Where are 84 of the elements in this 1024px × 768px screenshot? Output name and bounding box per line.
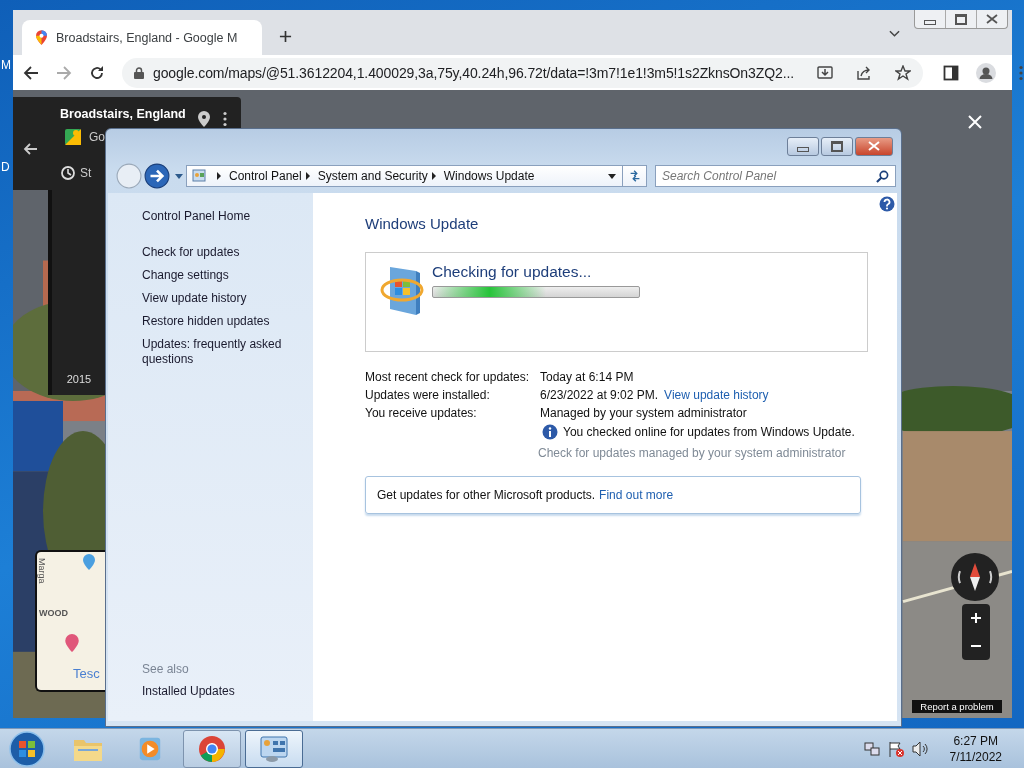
search-icon[interactable] xyxy=(876,170,889,183)
breadcrumb-item[interactable]: Windows Update xyxy=(443,169,535,183)
media-player-icon xyxy=(137,735,163,762)
help-icon[interactable] xyxy=(879,196,895,212)
close-button[interactable] xyxy=(855,136,893,156)
map-pin-icon xyxy=(36,30,47,45)
sidebar-link[interactable]: Change settings xyxy=(142,268,292,283)
info-icon xyxy=(542,424,558,440)
clock-date[interactable]: 7/11/2022 xyxy=(949,749,1002,764)
zoom-in-icon[interactable] xyxy=(970,612,982,624)
find-out-more-link[interactable]: Find out more xyxy=(599,488,674,502)
compass-icon[interactable] xyxy=(951,553,999,601)
map-label: Marga xyxy=(37,558,47,584)
breadcrumb-item[interactable]: System and Security xyxy=(317,169,428,183)
page-title: Windows Update xyxy=(365,215,480,232)
sidebar-link[interactable]: View update history xyxy=(142,291,292,306)
breadcrumb-arrow-icon[interactable] xyxy=(305,172,310,180)
place-name: Broadstairs, England xyxy=(60,107,186,121)
reload-icon[interactable] xyxy=(89,64,105,81)
clock-time[interactable]: 6:27 PM xyxy=(953,733,999,748)
maximize-button[interactable] xyxy=(821,136,853,156)
source-label: Go xyxy=(89,130,105,144)
dropdown-arrow-icon[interactable] xyxy=(608,173,616,179)
breadcrumb-arrow-icon[interactable] xyxy=(431,172,436,180)
taskbar-button[interactable] xyxy=(183,729,241,768)
network-icon[interactable] xyxy=(863,740,880,757)
map-label: Tesc xyxy=(73,666,100,681)
sidebar-link[interactable]: Restore hidden updates xyxy=(142,314,292,329)
breadcrumb-item[interactable]: Control Panel xyxy=(229,169,302,183)
detail-value: Managed by your system administrator xyxy=(540,406,747,420)
breadcrumb-arrow-icon[interactable] xyxy=(217,172,221,180)
flag-icon[interactable] xyxy=(887,740,904,757)
install-icon[interactable] xyxy=(817,64,834,81)
report-link[interactable]: Report a problem xyxy=(912,700,1002,713)
back-arrow-icon[interactable] xyxy=(23,64,39,81)
desktop-icon-label[interactable]: D xyxy=(1,160,10,174)
map-label: WOOD xyxy=(39,608,68,618)
street-view-logo-icon xyxy=(65,129,81,145)
sidebar-link[interactable]: Check for updates xyxy=(142,245,292,260)
history-link[interactable]: View update history xyxy=(664,388,769,402)
search-field[interactable]: Search Control Panel xyxy=(655,165,896,187)
tab-title: Broadstairs, England - Google M xyxy=(56,30,238,45)
taskbar-button[interactable] xyxy=(245,729,303,768)
status-text: Checking for updates... xyxy=(432,263,593,281)
close-icon xyxy=(986,14,998,24)
speaker-icon[interactable] xyxy=(911,740,928,757)
banner-text: Get updates for other Microsoft products. xyxy=(377,488,596,502)
forward-button[interactable] xyxy=(144,163,170,189)
map-pin-icon xyxy=(83,554,95,570)
minimap[interactable]: Marga WOOD Tesc xyxy=(35,550,105,692)
refresh-button[interactable] xyxy=(623,165,647,187)
control-panel-icon xyxy=(259,734,289,763)
detail-label: You receive updates: xyxy=(365,406,478,420)
section-heading: See also xyxy=(142,662,190,676)
address-bar[interactable]: google.com/maps/@51.3612204,1.400029,3a,75y,40.24h,96.72t/data=!3m7!1e1!3m5!1s2ZknsOn3ZQ2... xyxy=(122,57,924,88)
minimize-button[interactable] xyxy=(787,136,819,156)
detail-value: Today at 6:14 PM xyxy=(540,370,634,384)
detail-label: Most recent check for updates: xyxy=(365,370,531,384)
start-button[interactable] xyxy=(9,730,45,767)
browser-logo-icon xyxy=(198,734,226,763)
new-tab-icon[interactable] xyxy=(279,30,292,43)
share-icon[interactable] xyxy=(856,64,873,81)
lock-icon xyxy=(134,66,144,79)
sidebar-link[interactable]: Installed Updates xyxy=(142,684,313,699)
map-pin-icon[interactable] xyxy=(198,111,210,127)
detail-value: 6/23/2022 at 9:02 PM. xyxy=(540,388,659,402)
map-pin-icon xyxy=(65,634,79,652)
close-icon[interactable] xyxy=(968,115,982,129)
chevron-down-icon[interactable] xyxy=(889,30,900,38)
profile-avatar-icon[interactable] xyxy=(976,62,997,83)
notice-text: You checked online for updates from Windows Update. xyxy=(563,425,855,439)
sidebar-link[interactable]: Control Panel Home xyxy=(142,209,313,224)
star-icon[interactable] xyxy=(895,64,912,81)
address-bar[interactable]: Control Panel System and Security Windows Update xyxy=(186,165,623,187)
browser-tab[interactable]: Broadstairs, England - Google M xyxy=(22,20,262,55)
desktop-icon-label[interactable]: M xyxy=(1,58,11,72)
side-panel-icon[interactable] xyxy=(943,64,960,81)
sidebar-link[interactable]: Updates: frequently asked questions xyxy=(142,337,292,367)
history-icon[interactable] xyxy=(60,165,76,181)
control-panel-icon xyxy=(191,168,207,184)
close-icon xyxy=(868,141,880,151)
timeline-label[interactable]: St xyxy=(80,166,92,180)
more-menu-icon[interactable] xyxy=(223,111,227,127)
detail-label: Updates were installed: xyxy=(365,388,491,402)
